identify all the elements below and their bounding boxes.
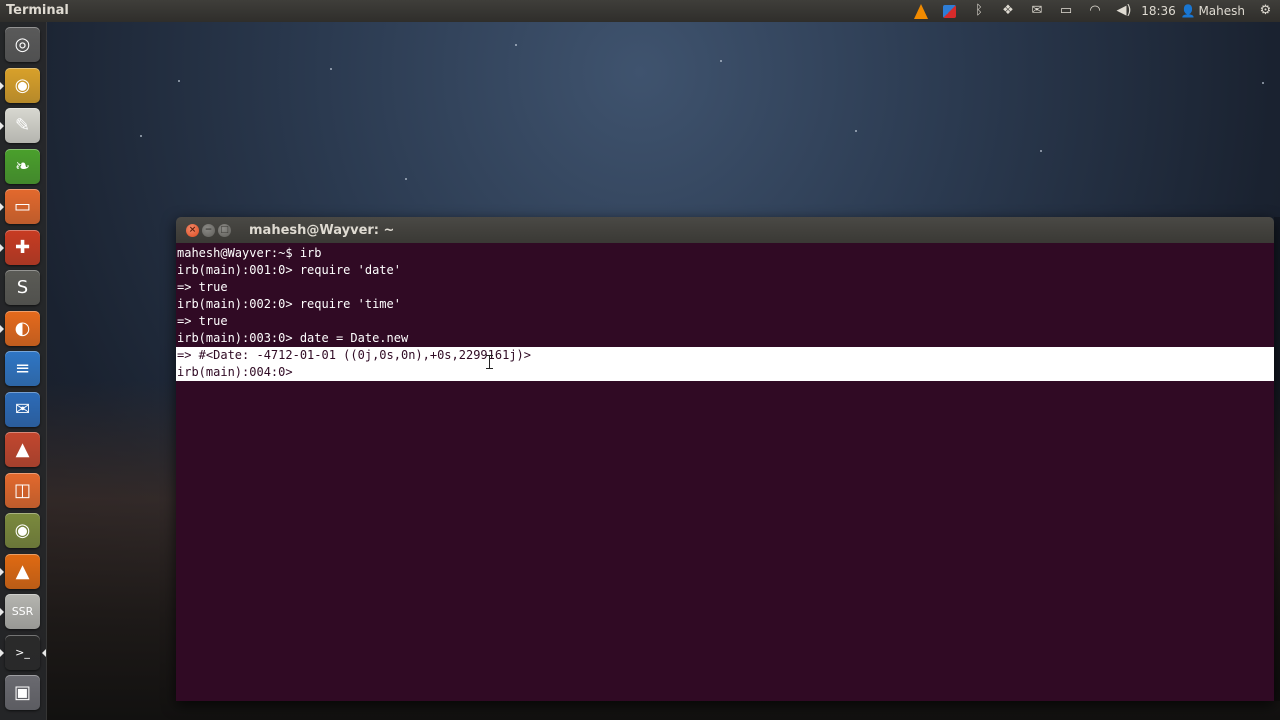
camera-icon: ◉ xyxy=(14,520,31,541)
writer-icon: ≡ xyxy=(14,358,31,379)
terminal-window[interactable]: × − □ mahesh@Wayver: ~ mahesh@Wayver:~$ … xyxy=(176,217,1274,701)
wallpaper-star xyxy=(140,135,142,137)
launcher-item-simplescreenrecorder[interactable]: SSR xyxy=(5,594,40,629)
wallpaper-star xyxy=(330,68,332,70)
launcher-item-vlc[interactable]: ▲ xyxy=(5,553,40,589)
leaf-app-icon: ❧ xyxy=(14,155,31,177)
user-menu[interactable]: 👤 Mahesh xyxy=(1178,0,1251,22)
terminal-titlebar[interactable]: × − □ mahesh@Wayver: ~ xyxy=(176,217,1274,243)
minimize-button[interactable]: − xyxy=(202,223,215,237)
terminal-line-selected: => #<Date: -4712-01-01 ((0j,0s,0n),+0s,2… xyxy=(176,347,1274,364)
wallpaper-star xyxy=(1262,82,1264,84)
window-title: mahesh@Wayver: ~ xyxy=(249,222,395,238)
running-indicator xyxy=(0,203,4,211)
terminal-body[interactable]: mahesh@Wayver:~$ irb irb(main):001:0> re… xyxy=(176,243,1274,701)
maximize-button[interactable]: □ xyxy=(218,223,231,237)
dropbox-icon[interactable]: ❖ xyxy=(993,0,1022,22)
clock[interactable]: 18:36 xyxy=(1138,0,1178,22)
launcher-item-webcam[interactable]: ◉ xyxy=(5,513,40,548)
wallpaper-star xyxy=(855,130,857,132)
running-indicator xyxy=(0,122,4,130)
launcher-item-terminal[interactable]: >_ xyxy=(5,634,40,670)
launcher-item-text-editor[interactable]: ✎ xyxy=(5,108,40,143)
bluetooth-icon[interactable]: ᛒ xyxy=(964,0,993,22)
running-indicator xyxy=(0,567,4,576)
thunderbird-icon: ✉ xyxy=(14,398,31,420)
wallpaper-star xyxy=(720,60,722,62)
launcher-item-thunderbird[interactable]: ✉ xyxy=(5,391,40,427)
user-name: Mahesh xyxy=(1198,4,1245,18)
focused-indicator xyxy=(42,648,46,657)
vlc-icon[interactable] xyxy=(906,0,935,22)
launcher-item-workspace-switcher[interactable]: ▣ xyxy=(5,675,40,710)
launcher-item-inkscape[interactable]: ▲ xyxy=(5,432,40,467)
chrome-icon: ◉ xyxy=(14,74,31,96)
wifi-icon[interactable]: ◠ xyxy=(1080,0,1109,22)
text-editor-icon: ✎ xyxy=(14,115,31,136)
indicator-area: ᛒ ❖ ✉ ▭ ◠ ◀) 18:36 👤 Mahesh ⚙ xyxy=(906,0,1280,22)
terminal-icon: >_ xyxy=(15,645,30,659)
lifebuoy-icon: ✚ xyxy=(14,236,31,258)
window-shadow xyxy=(1274,217,1280,701)
terminal-line: => true xyxy=(177,280,228,294)
user-icon: 👤 xyxy=(1180,4,1196,18)
text-cursor-icon xyxy=(486,355,493,369)
launcher-item-firefox[interactable]: ◐ xyxy=(5,310,40,346)
launcher-item-gnome-green-app[interactable]: ❧ xyxy=(5,148,40,184)
volume-icon[interactable]: ◀) xyxy=(1109,0,1138,22)
recorder-icon[interactable] xyxy=(935,0,964,22)
launcher-item-libreoffice-writer[interactable]: ≡ xyxy=(5,351,40,386)
launcher-item-files[interactable]: ▭ xyxy=(5,189,40,224)
battery-icon[interactable]: ▭ xyxy=(1051,0,1080,22)
vlc-icon: ▲ xyxy=(15,560,30,582)
launcher-item-software-center[interactable]: ◫ xyxy=(5,472,40,508)
wallpaper-star xyxy=(1040,150,1042,152)
folder-icon: ▭ xyxy=(13,196,31,217)
terminal-line: mahesh@Wayver:~$ irb xyxy=(177,246,322,260)
terminal-line: => true xyxy=(177,314,228,328)
firefox-icon: ◐ xyxy=(14,317,31,339)
wallpaper-star xyxy=(178,80,180,82)
sublime-icon: S xyxy=(16,277,29,298)
launcher-item-chrome[interactable]: ◉ xyxy=(5,67,40,103)
terminal-line: irb(main):002:0> require 'time' xyxy=(177,297,401,311)
shopping-bag-icon: ◫ xyxy=(13,479,31,501)
running-indicator xyxy=(0,648,4,657)
launcher-item-dash-home[interactable]: ◎ xyxy=(5,27,40,62)
running-indicator xyxy=(0,608,4,616)
close-button[interactable]: × xyxy=(186,223,199,237)
launcher-item-sublime-text[interactable]: S xyxy=(5,270,40,305)
gear-icon[interactable]: ⚙ xyxy=(1251,0,1280,22)
launcher-item-help[interactable]: ✚ xyxy=(5,229,40,265)
running-indicator xyxy=(0,324,4,333)
running-indicator xyxy=(0,81,4,90)
workspace-icon: ▣ xyxy=(13,682,31,703)
inkscape-icon: ▲ xyxy=(15,439,30,460)
wallpaper-star xyxy=(405,178,407,180)
wallpaper-star xyxy=(515,44,517,46)
terminal-prompt-line[interactable]: irb(main):004:0> xyxy=(176,364,1274,381)
ssr-icon: SSR xyxy=(11,605,34,618)
mail-icon[interactable]: ✉ xyxy=(1022,0,1051,22)
top-panel: Terminal ᛒ ❖ ✉ ▭ ◠ ◀) 18:36 👤 Mahesh ⚙ xyxy=(0,0,1280,22)
active-app-title: Terminal xyxy=(6,3,69,18)
ubuntu-logo-icon: ◎ xyxy=(14,34,31,55)
terminal-line: irb(main):003:0> date = Date.new xyxy=(177,331,409,345)
running-indicator xyxy=(0,243,4,252)
terminal-line: irb(main):001:0> require 'date' xyxy=(177,263,401,277)
launcher: ◎ ◉ ✎ ❧ ▭ ✚ S ◐ ≡ ✉ ▲ ◫ ◉ ▲ SSR >_ ▣ xyxy=(0,22,47,720)
